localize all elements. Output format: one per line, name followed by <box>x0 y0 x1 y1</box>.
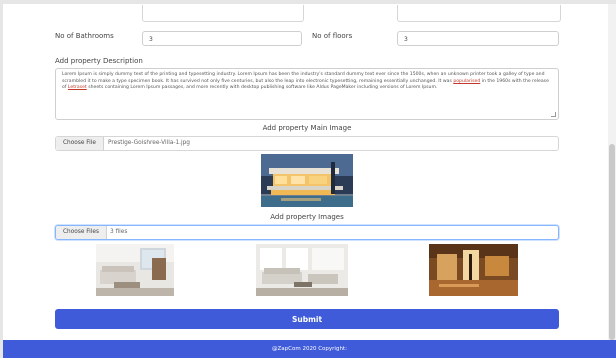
main-image-choose-file-button[interactable]: Choose File <box>56 137 104 150</box>
images-file-input[interactable]: Choose Files 3 files <box>55 225 559 240</box>
property-image-thumbnail-3 <box>429 244 518 296</box>
cut-off-input-right[interactable] <box>397 5 561 22</box>
footer-copyright: @ZapCom 2020 Copyright: <box>272 346 347 352</box>
description-label: Add property Description <box>55 57 143 65</box>
cut-off-input-left[interactable] <box>142 5 304 22</box>
floors-input[interactable]: 3 <box>397 31 559 46</box>
images-filename: 3 files <box>110 229 128 235</box>
description-text-3: sheets containing Lorem Ipsum passages, … <box>86 85 438 91</box>
bathrooms-input[interactable]: 3 <box>142 31 302 46</box>
main-image-file-input[interactable]: Choose File Prestige-Goishree-Villa-1.jp… <box>55 136 559 151</box>
main-image-preview <box>261 154 353 207</box>
images-label: Add property Images <box>270 213 344 221</box>
bathrooms-label: No of Bathrooms <box>55 32 114 40</box>
floors-label: No of floors <box>312 32 353 40</box>
description-link-popularised: popularised <box>453 78 481 84</box>
submit-button[interactable]: Submit <box>55 309 559 329</box>
main-image-filename: Prestige-Goishree-Villa-1.jpg <box>108 140 190 146</box>
window-left-border <box>0 0 3 358</box>
images-choose-files-button[interactable]: Choose Files <box>56 226 107 239</box>
scrollbar-thumb[interactable] <box>609 144 615 340</box>
footer: @ZapCom 2020 Copyright: <box>3 340 616 358</box>
property-image-thumbnail-1 <box>96 244 174 296</box>
description-textarea[interactable]: Lorem Ipsum is simply dummy text of the … <box>55 68 559 120</box>
property-image-thumbnail-2 <box>256 244 348 296</box>
main-image-label: Add property Main Image <box>262 124 352 132</box>
resize-handle-icon[interactable] <box>551 112 556 117</box>
description-link-letraset: Letraset <box>67 85 87 91</box>
window-top-border <box>0 0 616 4</box>
